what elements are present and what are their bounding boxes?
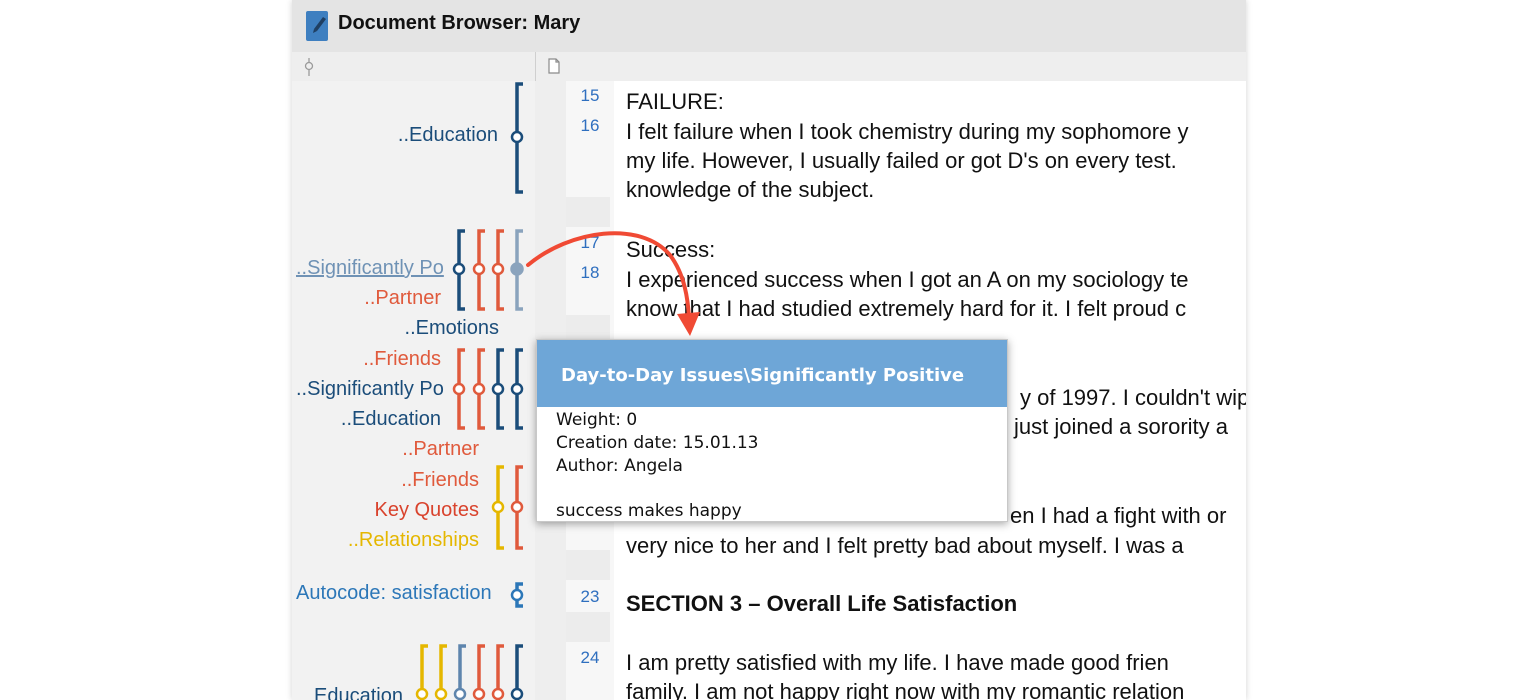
paragraph-separator bbox=[566, 197, 610, 227]
document-text-line[interactable]: knowledge of the subject. bbox=[626, 177, 874, 203]
tooltip-title: Day-to-Day Issues\Significantly Positive bbox=[561, 365, 965, 386]
window-title: Document Browser: Mary bbox=[338, 12, 581, 34]
column-separator[interactable] bbox=[535, 52, 536, 81]
line-number: 23 bbox=[580, 587, 600, 606]
code-label[interactable]: ..Education bbox=[398, 124, 498, 147]
code-label[interactable]: ..Friends bbox=[401, 469, 479, 492]
document-text-line[interactable]: know that I had studied extremely hard f… bbox=[626, 296, 1186, 322]
code-label[interactable]: Education bbox=[314, 685, 403, 700]
code-label[interactable]: Autocode: satisfaction bbox=[296, 582, 492, 605]
paragraph-separator bbox=[566, 550, 610, 580]
code-label[interactable]: ..Partner bbox=[402, 438, 479, 461]
document-text-line[interactable]: I felt failure when I took chemistry dur… bbox=[626, 119, 1188, 145]
document-text-line[interactable]: my life. However, I usually failed or go… bbox=[626, 148, 1177, 174]
code-label[interactable]: ..Significantly Po bbox=[296, 378, 444, 401]
code-label[interactable]: ..Partner bbox=[364, 287, 441, 310]
document-text-line[interactable]: very nice to her and I felt pretty bad a… bbox=[626, 533, 1184, 559]
paragraph-separator bbox=[566, 315, 610, 339]
pencil-document-icon bbox=[306, 11, 328, 41]
line-number: 18 bbox=[580, 263, 600, 282]
tooltip-author: Author: Angela bbox=[556, 456, 683, 476]
tooltip-creation-date: Creation date: 15.01.13 bbox=[556, 433, 759, 453]
paragraph-separator bbox=[566, 612, 610, 642]
line-number: 15 bbox=[580, 86, 600, 105]
tooltip-weight: Weight: 0 bbox=[556, 410, 638, 430]
code-label[interactable]: ..Friends bbox=[363, 348, 441, 371]
title-bar: Document Browser: Mary bbox=[292, 0, 1246, 52]
line-number: 16 bbox=[580, 116, 600, 135]
document-text-line[interactable]: FAILURE: bbox=[626, 89, 724, 115]
code-label[interactable]: ..Education bbox=[341, 408, 441, 431]
section-heading[interactable]: SECTION 3 – Overall Life Satisfaction bbox=[626, 591, 1017, 617]
document-icon[interactable] bbox=[548, 58, 560, 74]
document-text-line[interactable]: Success: bbox=[626, 237, 715, 263]
code-label[interactable]: Key Quotes bbox=[374, 499, 479, 522]
document-text-line[interactable]: family. I am not happy right now with my… bbox=[626, 679, 1184, 700]
code-label[interactable]: ..Relationships bbox=[348, 529, 479, 552]
code-label[interactable]: ..Emotions bbox=[405, 317, 499, 340]
code-label[interactable]: ..Significantly Po bbox=[296, 257, 444, 280]
line-number: 24 bbox=[580, 648, 600, 667]
document-text-line[interactable]: just joined a sorority a bbox=[1014, 414, 1228, 440]
column-header bbox=[292, 52, 1246, 81]
tooltip-header: Day-to-Day Issues\Significantly Positive bbox=[537, 340, 1007, 407]
line-number: 17 bbox=[580, 233, 600, 252]
code-info-tooltip: Day-to-Day Issues\Significantly Positive… bbox=[536, 339, 1008, 522]
pin-icon[interactable] bbox=[304, 58, 314, 76]
document-text-line[interactable]: I experienced success when I got an A on… bbox=[626, 267, 1189, 293]
document-text-line[interactable]: I am pretty satisfied with my life. I ha… bbox=[626, 650, 1169, 676]
document-text-line[interactable]: en I had a fight with or bbox=[1010, 503, 1226, 529]
document-text-line[interactable]: y of 1997. I couldn't wip bbox=[1020, 385, 1246, 411]
tooltip-memo: success makes happy bbox=[556, 501, 742, 521]
